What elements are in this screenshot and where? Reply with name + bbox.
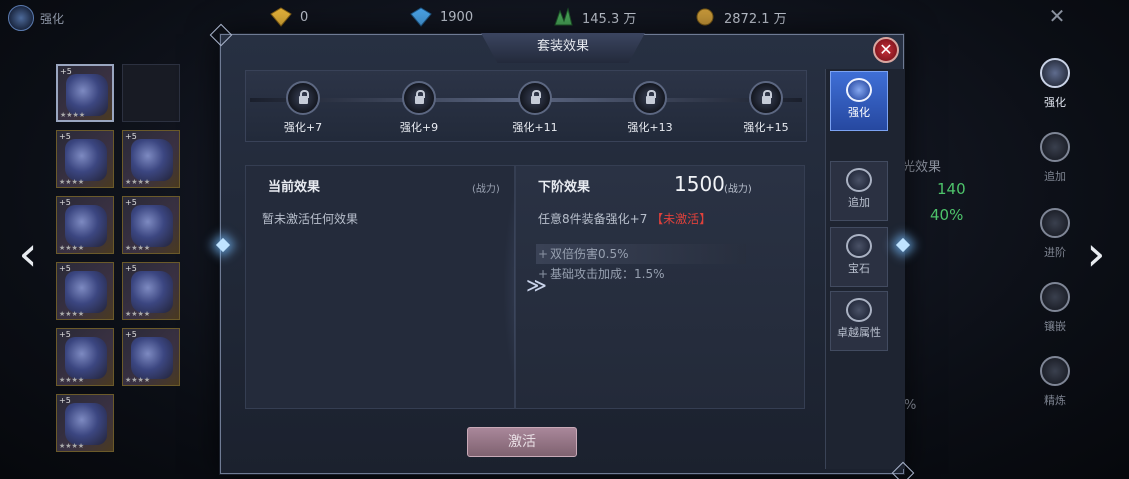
gloves-icon [65,205,107,247]
gold-coin-icon [696,8,714,26]
lock-icon [402,81,436,115]
helmet-icon [65,139,107,181]
equipment-slot-empty[interactable] [122,64,180,122]
anvil-icon [1040,58,1070,88]
background-stat-value: 140 [937,180,966,198]
lock-icon [749,81,783,115]
equipment-slot[interactable]: +5 ★★★★ [122,130,180,188]
milestone-node[interactable]: 强化+13 [610,81,690,135]
dialog-tabs: 强化 追加 宝石 卓越属性 [825,69,905,469]
equipment-slot[interactable]: +5 ★★★★ [56,196,114,254]
milestone-node[interactable]: 强化+15 [726,81,806,135]
nav-item-append[interactable]: 追加 [1020,132,1090,192]
background-effect-label: 光效果 [902,160,942,175]
nav-item-advance[interactable]: 进阶 [1020,208,1090,268]
anvil-icon [8,5,34,31]
gem-icon [846,234,872,258]
screen-title-label: 强化 [40,11,65,26]
ring-icon [131,337,173,379]
nav-item-refine[interactable]: 精炼 [1020,356,1090,416]
equipment-slot[interactable]: +5 ★★★★ [122,262,180,320]
prev-arrow-button[interactable]: ‹ [12,228,44,280]
next-power-value: 1500 [674,172,725,196]
current-effect-heading: 当前效果 [268,180,321,195]
nav-item-inlay[interactable]: 镶嵌 [1020,282,1090,342]
necklace-icon [65,403,107,445]
milestone-node[interactable]: 强化+7 [263,81,343,135]
chevron-right-icon: ≫ [526,273,547,297]
close-screen-button[interactable]: ✕ [1046,5,1068,27]
tab-enhance[interactable]: 强化 [830,71,888,131]
lock-icon [286,81,320,115]
dialog-title: 套装效果 [481,33,645,63]
equipment-slot[interactable]: +5 ★★★★ [56,394,114,452]
pants-icon [131,205,173,247]
dialog-close-button[interactable]: ✕ [873,37,899,63]
screen-title: 强化 [8,5,64,31]
current-power-label: (战力) [472,184,500,195]
activate-button[interactable]: 激活 [467,427,577,457]
blue-diamond-icon [410,7,432,27]
ring-icon [65,337,107,379]
resource-gold-coin: 2872.1 万 [694,7,787,27]
background-percent-fragment: % [904,398,917,413]
equipment-slot[interactable]: +5 ★★★★ [56,130,114,188]
gem-socket-icon [1040,282,1070,312]
green-crystal-icon [554,7,573,26]
tab-gem[interactable]: 宝石 [830,227,888,287]
add-icon [846,168,872,192]
upgrade-icon [1040,208,1070,238]
milestone-node[interactable]: 强化+11 [495,81,575,135]
equipment-slot[interactable]: +5 ★★★★ [56,64,114,122]
resource-green-crystal: 145.3 万 [552,7,636,27]
sword-shield-icon [1040,132,1070,162]
tab-append[interactable]: 追加 [830,161,888,221]
current-effect-text: 暂未激活任何效果 [262,212,359,226]
milestone-track: 强化+7 强化+9 强化+11 强化+13 强化+15 [245,70,807,142]
lock-icon [633,81,667,115]
nav-item-enhance[interactable]: 强化 [1020,58,1090,118]
next-effect-condition: 任意8件装备强化+7 【未激活】 [538,212,712,226]
boots-icon [131,271,173,313]
background-stat-percent: 40% [930,206,964,224]
refine-icon [1040,356,1070,386]
anvil-icon [846,78,872,102]
next-effect-panel: 下阶效果 1500 (战力) 任意8件装备强化+7 【未激活】 双倍伤害0.5%… [515,165,805,409]
armor-icon [131,139,173,181]
equipment-slot[interactable]: +5 ★★★★ [56,328,114,386]
gloves-icon [66,74,108,116]
status-inactive: 未激活 [663,212,700,226]
milestone-node[interactable]: 强化+9 [379,81,459,135]
equipment-slot[interactable]: +5 ★★★★ [122,196,180,254]
buff-item: 双倍伤害0.5% [536,244,746,264]
resource-blue-diamond: 1900 [410,7,473,27]
lock-icon [518,81,552,115]
equipment-slot[interactable]: +5 ★★★★ [56,262,114,320]
next-effect-heading: 下阶效果 [538,180,591,195]
tab-excellence[interactable]: 卓越属性 [830,291,888,351]
gold-diamond-icon [270,7,292,27]
next-power-label: (战力) [724,184,752,195]
current-effect-panel: 当前效果 (战力) 暂未激活任何效果 [245,165,515,409]
resource-gold-diamond: 0 [270,7,308,27]
equipment-slot[interactable]: +5 ★★★★ [122,328,180,386]
set-effect-dialog: 套装效果 ✕ 强化+7 强化+9 强化+11 强化+13 强化+15 当前效果 … [220,33,905,474]
excellence-icon [846,298,872,322]
equipment-inventory: +5 ★★★★ +5 ★★★★ +5 ★★★★ +5 ★★★★ +5 ★★★★ +5 ★★★… [52,58,184,458]
buff-item: 基础攻击加成：1.5% [536,264,746,284]
boots-icon [65,271,107,313]
